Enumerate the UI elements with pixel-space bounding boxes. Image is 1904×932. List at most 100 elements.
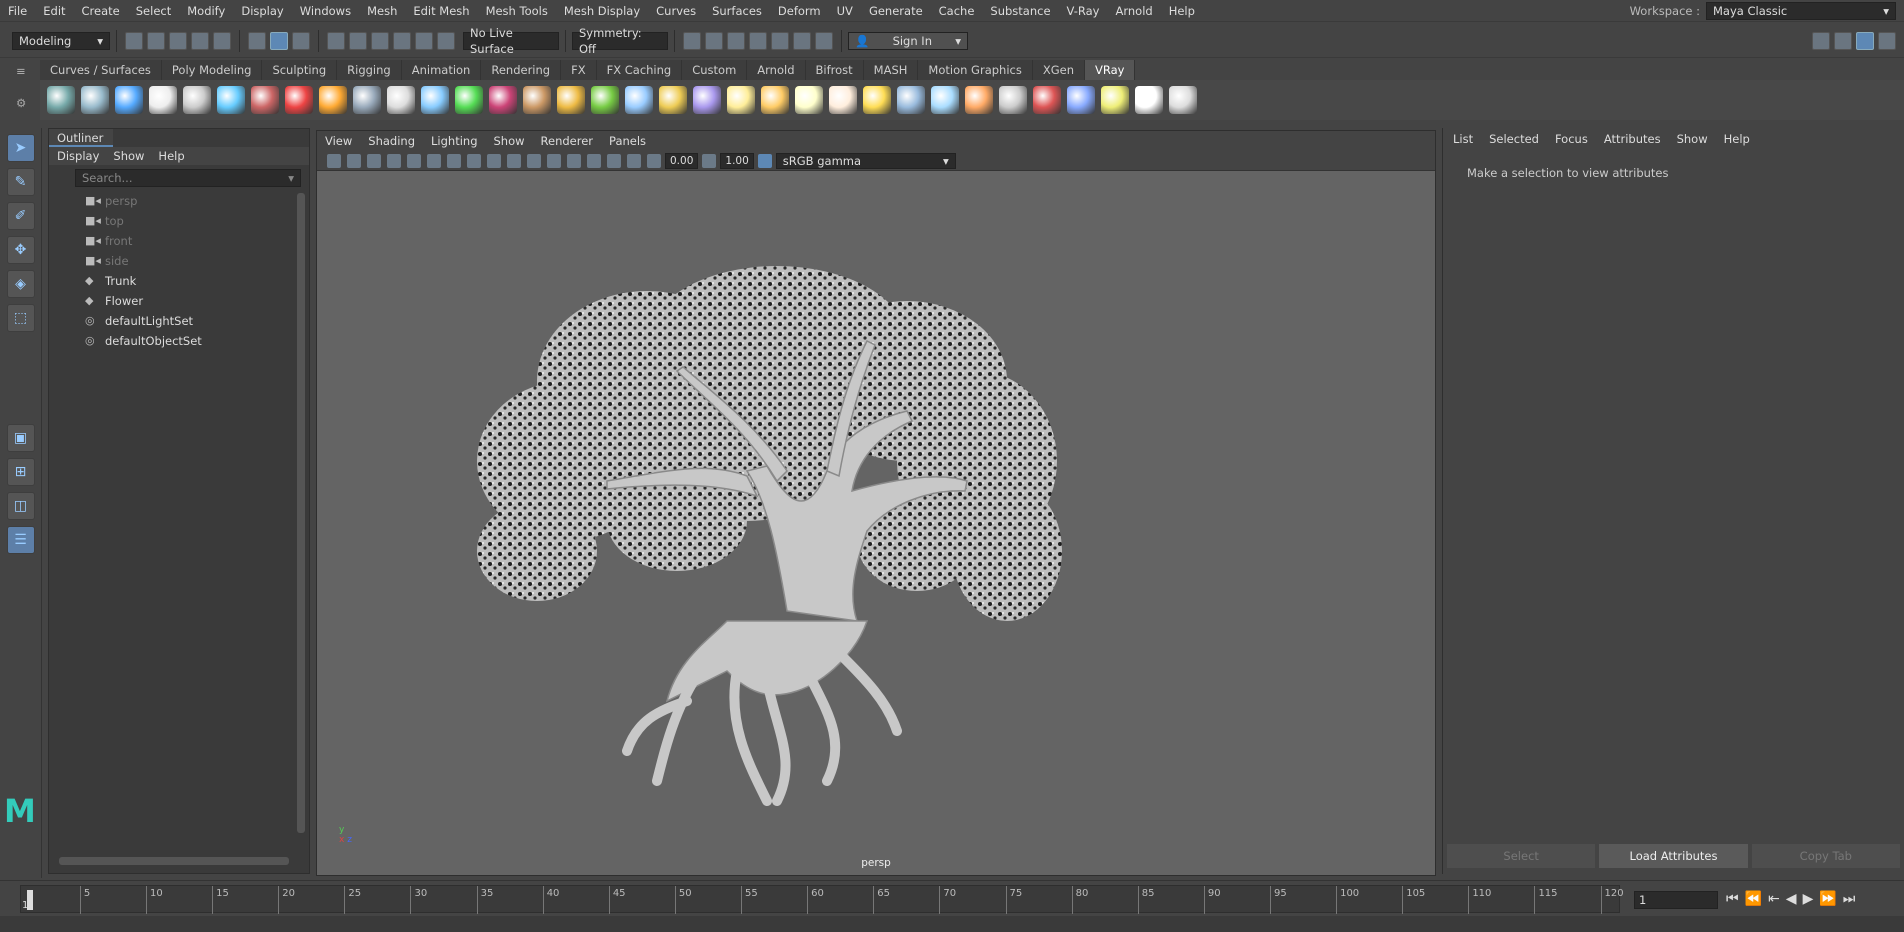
snap-rotate-icon[interactable] [437, 31, 455, 50]
shelf-tool-icon[interactable] [727, 86, 755, 114]
outliner-item-front[interactable]: ■◂ front [49, 231, 309, 251]
time-ruler[interactable]: 1 5 10 15 20 25 30 35 40 45 50 55 60 65 70 75 80 85 90 95 1… [20, 885, 1624, 914]
shelf-tool-icon[interactable] [523, 86, 551, 114]
select-tool-icon[interactable]: ➤ [6, 134, 35, 162]
select-by-hierarchy-icon[interactable] [248, 31, 266, 50]
modeling-toolkit-icon[interactable] [1812, 31, 1830, 50]
outliner-horizontal-scrollbar[interactable] [59, 857, 289, 865]
shelf-tool-icon[interactable] [625, 86, 653, 114]
menu-uv[interactable]: UV [829, 0, 861, 22]
outliner-menu-show[interactable]: Show [113, 149, 144, 163]
tool-settings-icon[interactable] [1878, 31, 1896, 50]
shelf-tool-icon[interactable] [251, 86, 279, 114]
bookmark-icon[interactable] [367, 153, 381, 168]
shelf-tool-icon[interactable] [183, 86, 211, 114]
shelf-tab-fx-caching[interactable]: FX Caching [596, 60, 683, 80]
tree-model[interactable] [447, 221, 1127, 821]
shelf-tool-icon[interactable] [591, 86, 619, 114]
outliner-item-flower[interactable]: ◆ Flower [49, 291, 309, 311]
shelf-tool-icon[interactable] [421, 86, 449, 114]
mode-dropdown[interactable]: Modeling ▾ [12, 31, 110, 50]
outliner-item-persp[interactable]: ■◂ persp [49, 191, 309, 211]
menu-file[interactable]: File [0, 0, 35, 22]
exposure-icon[interactable] [647, 153, 661, 168]
range-slider[interactable] [0, 916, 1904, 932]
colorspace-dropdown[interactable]: sRGB gamma ▾ [775, 152, 956, 169]
four-pane-icon[interactable]: ⊞ [6, 458, 35, 486]
snap-view-plane-icon[interactable] [393, 31, 411, 50]
shelf-tool-icon[interactable] [115, 86, 143, 114]
snap-live-icon[interactable] [415, 31, 433, 50]
viewport-panel[interactable]: View Shading Lighting Show Renderer Panels 0.… [316, 130, 1436, 876]
outliner-layout-icon[interactable]: ☰ [6, 526, 35, 554]
gamma-icon[interactable] [702, 153, 717, 168]
attribute-menu-selected[interactable]: Selected [1489, 132, 1539, 146]
shelf-tool-icon[interactable] [387, 86, 415, 114]
shelf-tool-icon[interactable] [319, 86, 347, 114]
smooth-shade-icon[interactable] [507, 153, 521, 168]
paint-select-icon[interactable]: ✐ [6, 202, 35, 230]
shelf-tool-icon[interactable] [81, 86, 109, 114]
snap-point-icon[interactable] [371, 31, 389, 50]
viewport-menu-view[interactable]: View [325, 134, 352, 148]
viewport-menu-lighting[interactable]: Lighting [431, 134, 477, 148]
shelf-tool-icon[interactable] [285, 86, 313, 114]
xray-icon[interactable] [627, 153, 641, 168]
attribute-menu-attributes[interactable]: Attributes [1604, 132, 1661, 146]
pause-icon[interactable] [815, 31, 833, 50]
shelf-tab-motion-graphics[interactable]: Motion Graphics [918, 60, 1033, 80]
select-by-object-icon[interactable] [270, 31, 288, 50]
menu-edit-mesh[interactable]: Edit Mesh [405, 0, 477, 22]
render-frame-icon[interactable] [683, 31, 701, 50]
color-management-icon[interactable] [757, 153, 772, 168]
go-to-end-icon[interactable]: ⏭ [1843, 891, 1856, 907]
menu-cache[interactable]: Cache [931, 0, 983, 22]
attribute-menu-help[interactable]: Help [1724, 132, 1750, 146]
outliner-menu-display[interactable]: Display [57, 149, 99, 163]
play-backwards-icon[interactable]: ◀ [1786, 891, 1797, 907]
step-back-key-icon[interactable]: ⏪ [1745, 891, 1762, 907]
shelf-tab-mash[interactable]: MASH [863, 60, 919, 80]
hypershade-icon[interactable] [771, 31, 789, 50]
shelf-tab-rendering[interactable]: Rendering [481, 60, 562, 80]
shelf-tab-animation[interactable]: Animation [401, 60, 482, 80]
safe-action-icon[interactable] [467, 153, 481, 168]
render-settings-icon[interactable] [749, 31, 767, 50]
save-scene-icon[interactable] [169, 31, 187, 50]
outliner-item-defaultobjectset[interactable]: ◎ defaultObjectSet [49, 331, 309, 351]
camera-select-icon[interactable] [327, 153, 341, 168]
shelf-tool-icon[interactable] [217, 86, 245, 114]
attribute-menu-focus[interactable]: Focus [1555, 132, 1588, 146]
viewport-menu-renderer[interactable]: Renderer [541, 134, 594, 148]
menu-mesh[interactable]: Mesh [359, 0, 405, 22]
viewport-menu-panels[interactable]: Panels [609, 134, 646, 148]
shelf-tab-bifrost[interactable]: Bifrost [805, 60, 864, 80]
render-sequence-icon[interactable] [705, 31, 723, 50]
resolution-gate-icon[interactable] [447, 153, 461, 168]
isolate-select-icon[interactable] [607, 153, 621, 168]
play-forwards-icon[interactable]: ▶ [1803, 891, 1814, 907]
shelf-tool-icon[interactable] [965, 86, 993, 114]
select-button[interactable]: Select [1447, 844, 1596, 868]
shelf-tool-icon[interactable] [1067, 86, 1095, 114]
film-gate-icon[interactable] [427, 153, 441, 168]
menu-generate[interactable]: Generate [861, 0, 931, 22]
menu-mesh-display[interactable]: Mesh Display [556, 0, 648, 22]
outliner-menu-help[interactable]: Help [158, 149, 184, 163]
outliner-item-defaultlightset[interactable]: ◎ defaultLightSet [49, 311, 309, 331]
image-plane-icon[interactable] [387, 153, 401, 168]
menu-surfaces[interactable]: Surfaces [704, 0, 770, 22]
two-pane-icon[interactable]: ◫ [6, 492, 35, 520]
shelf-tool-icon[interactable] [1169, 86, 1197, 114]
shelf-tool-icon[interactable] [931, 86, 959, 114]
vray-render-icon[interactable] [793, 31, 811, 50]
current-frame-field[interactable]: 1 [1634, 891, 1718, 909]
shelf-tool-icon[interactable] [999, 86, 1027, 114]
shelf-tool-icon[interactable] [149, 86, 177, 114]
shelf-tab-arnold[interactable]: Arnold [747, 60, 806, 80]
shelf-tab-custom[interactable]: Custom [682, 60, 748, 80]
undo-icon[interactable] [191, 31, 209, 50]
step-back-frame-icon[interactable]: ⇤ [1768, 891, 1780, 907]
camera-attributes-icon[interactable] [347, 153, 361, 168]
shelf-tab-curves-surfaces[interactable]: Curves / Surfaces [40, 60, 162, 80]
